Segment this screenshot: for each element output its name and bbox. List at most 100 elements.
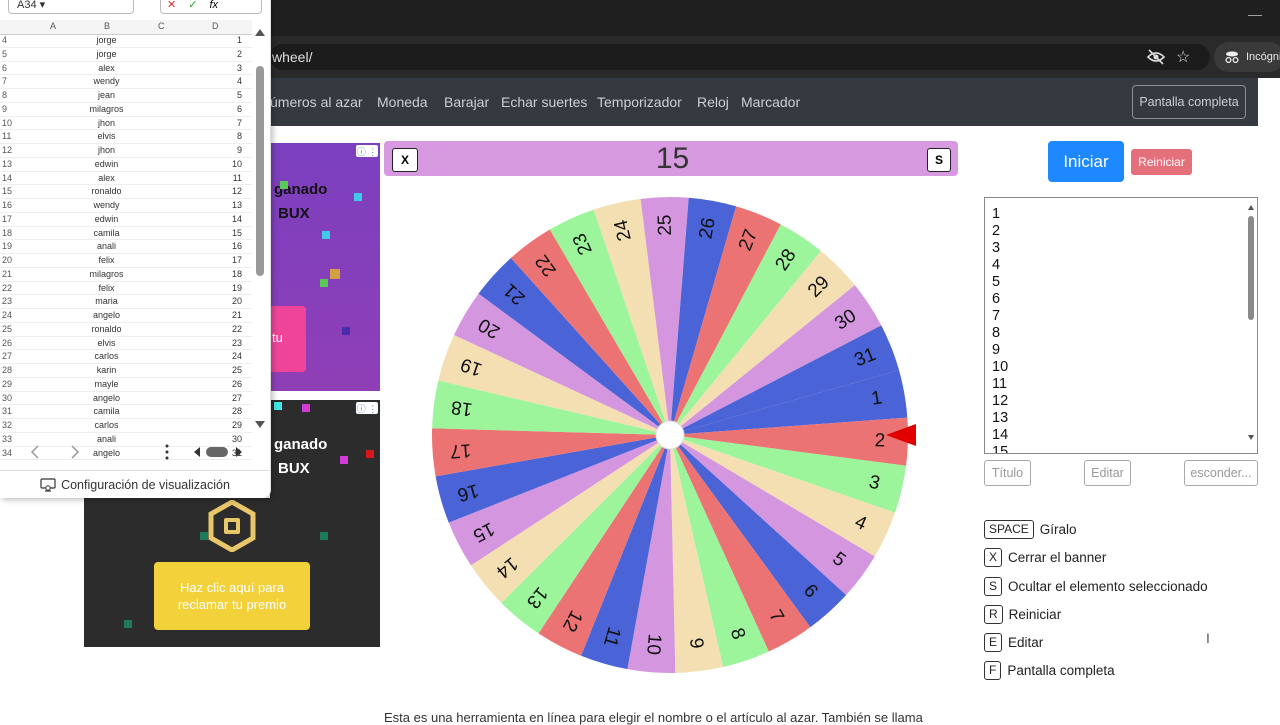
bookmark-star-icon[interactable]: ☆ [1176,47,1190,67]
nav-link-moneda[interactable]: Moneda [377,94,428,110]
cell-value[interactable]: 23 [190,338,242,348]
cell-name[interactable]: alex [25,173,188,183]
cell-value[interactable]: 24 [190,351,242,361]
cell-value[interactable]: 14 [190,214,242,224]
cell-name[interactable]: camila [25,228,188,238]
cell-name[interactable]: wendy [25,76,188,86]
incognito-badge[interactable]: Incógni [1214,42,1280,72]
column-header[interactable]: D [212,21,219,31]
nav-link-temporizador[interactable]: Temporizador [597,94,682,110]
cell-value[interactable]: 28 [190,406,242,416]
ad-banner-top[interactable]: ⓘ ⋮ ganado BUX tu [270,143,380,391]
cell-value[interactable]: 13 [190,200,242,210]
table-row[interactable]: 31 camila 28 [0,405,252,419]
scroll-right-icon[interactable] [236,447,242,457]
cancel-icon[interactable]: ✕ [167,0,176,13]
ad-cta-button[interactable]: tu [270,306,306,372]
table-row[interactable]: 9 milagros 6 [0,103,252,117]
table-row[interactable]: 27 carlos 24 [0,350,252,364]
table-row[interactable]: 24 angelo 21 [0,309,252,323]
cell-name[interactable]: jhon [25,118,188,128]
fullscreen-button[interactable]: Pantalla completa [1132,85,1246,119]
table-row[interactable]: 11 elvis 8 [0,130,252,144]
table-row[interactable]: 16 wendy 13 [0,199,252,213]
column-header[interactable]: C [158,21,165,31]
sheet-scrollbar[interactable] [254,26,266,432]
table-row[interactable]: 8 jean 5 [0,89,252,103]
cell-name[interactable]: elvis [25,338,188,348]
table-row[interactable]: 12 jhon 9 [0,144,252,158]
cell-name[interactable]: milagros [25,104,188,114]
column-header[interactable]: A [50,21,56,31]
cell-value[interactable]: 4 [190,76,242,86]
cell-name[interactable]: milagros [25,269,188,279]
cell-name[interactable]: edwin [25,159,188,169]
table-row[interactable]: 20 felix 17 [0,254,252,268]
scroll-left-icon[interactable] [194,447,200,457]
cell-name[interactable]: ronaldo [25,186,188,196]
cell-value[interactable]: 7 [190,118,242,128]
cell-value[interactable]: 27 [190,393,242,403]
table-row[interactable]: 5 jorge 2 [0,48,252,62]
table-row[interactable]: 23 maria 20 [0,295,252,309]
cell-value[interactable]: 17 [190,255,242,265]
prev-sheet-icon[interactable] [30,445,39,459]
cell-name[interactable]: carlos [25,351,188,361]
address-bar[interactable] [270,44,1210,70]
cell-value[interactable]: 9 [190,145,242,155]
cell-value[interactable]: 10 [190,159,242,169]
cell-name[interactable]: jorge [25,49,188,59]
cell-name[interactable]: maria [25,296,188,306]
nav-link-numeros[interactable]: úmeros al azar [270,94,363,110]
table-row[interactable]: 29 mayle 26 [0,378,252,392]
cell-value[interactable]: 3 [190,63,242,73]
cell-value[interactable]: 12 [190,186,242,196]
nav-link-barajar[interactable]: Barajar [444,94,489,110]
cell-name[interactable]: alex [25,63,188,73]
banner-close-button[interactable]: X [392,148,418,172]
table-row[interactable]: 28 karin 25 [0,364,252,378]
entries-scrollbar[interactable] [1247,202,1255,446]
cell-name[interactable]: jean [25,90,188,100]
cell-name[interactable]: edwin [25,214,188,224]
cell-reference-box[interactable]: A34 ▾ [8,0,134,14]
ad-info-icon[interactable]: ⓘ ⋮ [356,145,378,157]
table-row[interactable]: 10 jhon 7 [0,117,252,131]
title-button[interactable]: Título [984,460,1031,486]
table-row[interactable]: 21 milagros 18 [0,268,252,282]
formula-bar[interactable]: ✕ ✓ fx [160,0,262,14]
table-row[interactable]: 32 carlos 29 [0,419,252,433]
cell-name[interactable]: carlos [25,420,188,430]
cell-name[interactable]: karin [25,365,188,375]
cell-name[interactable]: anali [25,241,188,251]
cell-value[interactable]: 22 [190,324,242,334]
table-row[interactable]: 19 anali 16 [0,240,252,254]
cell-name[interactable]: jhon [25,145,188,155]
table-row[interactable]: 15 ronaldo 12 [0,185,252,199]
cell-value[interactable]: 11 [190,173,242,183]
cell-name[interactable]: felix [25,283,188,293]
function-icon[interactable]: fx [209,0,218,13]
next-sheet-icon[interactable] [71,445,80,459]
cell-name[interactable]: angelo [25,310,188,320]
cell-value[interactable]: 6 [190,104,242,114]
confirm-icon[interactable]: ✓ [188,0,197,13]
ad-claim-button[interactable]: Haz clic aquí para reclamar tu premio [154,562,310,630]
cell-value[interactable]: 5 [190,90,242,100]
cell-value[interactable]: 20 [190,296,242,306]
cell-name[interactable]: angelo [25,393,188,403]
table-row[interactable]: 14 alex 11 [0,172,252,186]
cell-name[interactable]: wendy [25,200,188,210]
cell-value[interactable]: 15 [190,228,242,238]
column-header[interactable]: B [104,21,110,31]
cell-name[interactable]: mayle [25,379,188,389]
spin-wheel[interactable]: 1234567891011121314151617181920212223 24 2… [420,185,920,685]
cell-value[interactable]: 29 [190,420,242,430]
cell-value[interactable]: 18 [190,269,242,279]
cell-value[interactable]: 26 [190,379,242,389]
table-row[interactable]: 26 elvis 23 [0,337,252,351]
reset-button[interactable]: Reiniciar [1131,149,1192,175]
cell-name[interactable]: ronaldo [25,324,188,334]
horizontal-scroll-thumb[interactable] [206,447,228,457]
start-button[interactable]: Iniciar [1048,141,1124,182]
